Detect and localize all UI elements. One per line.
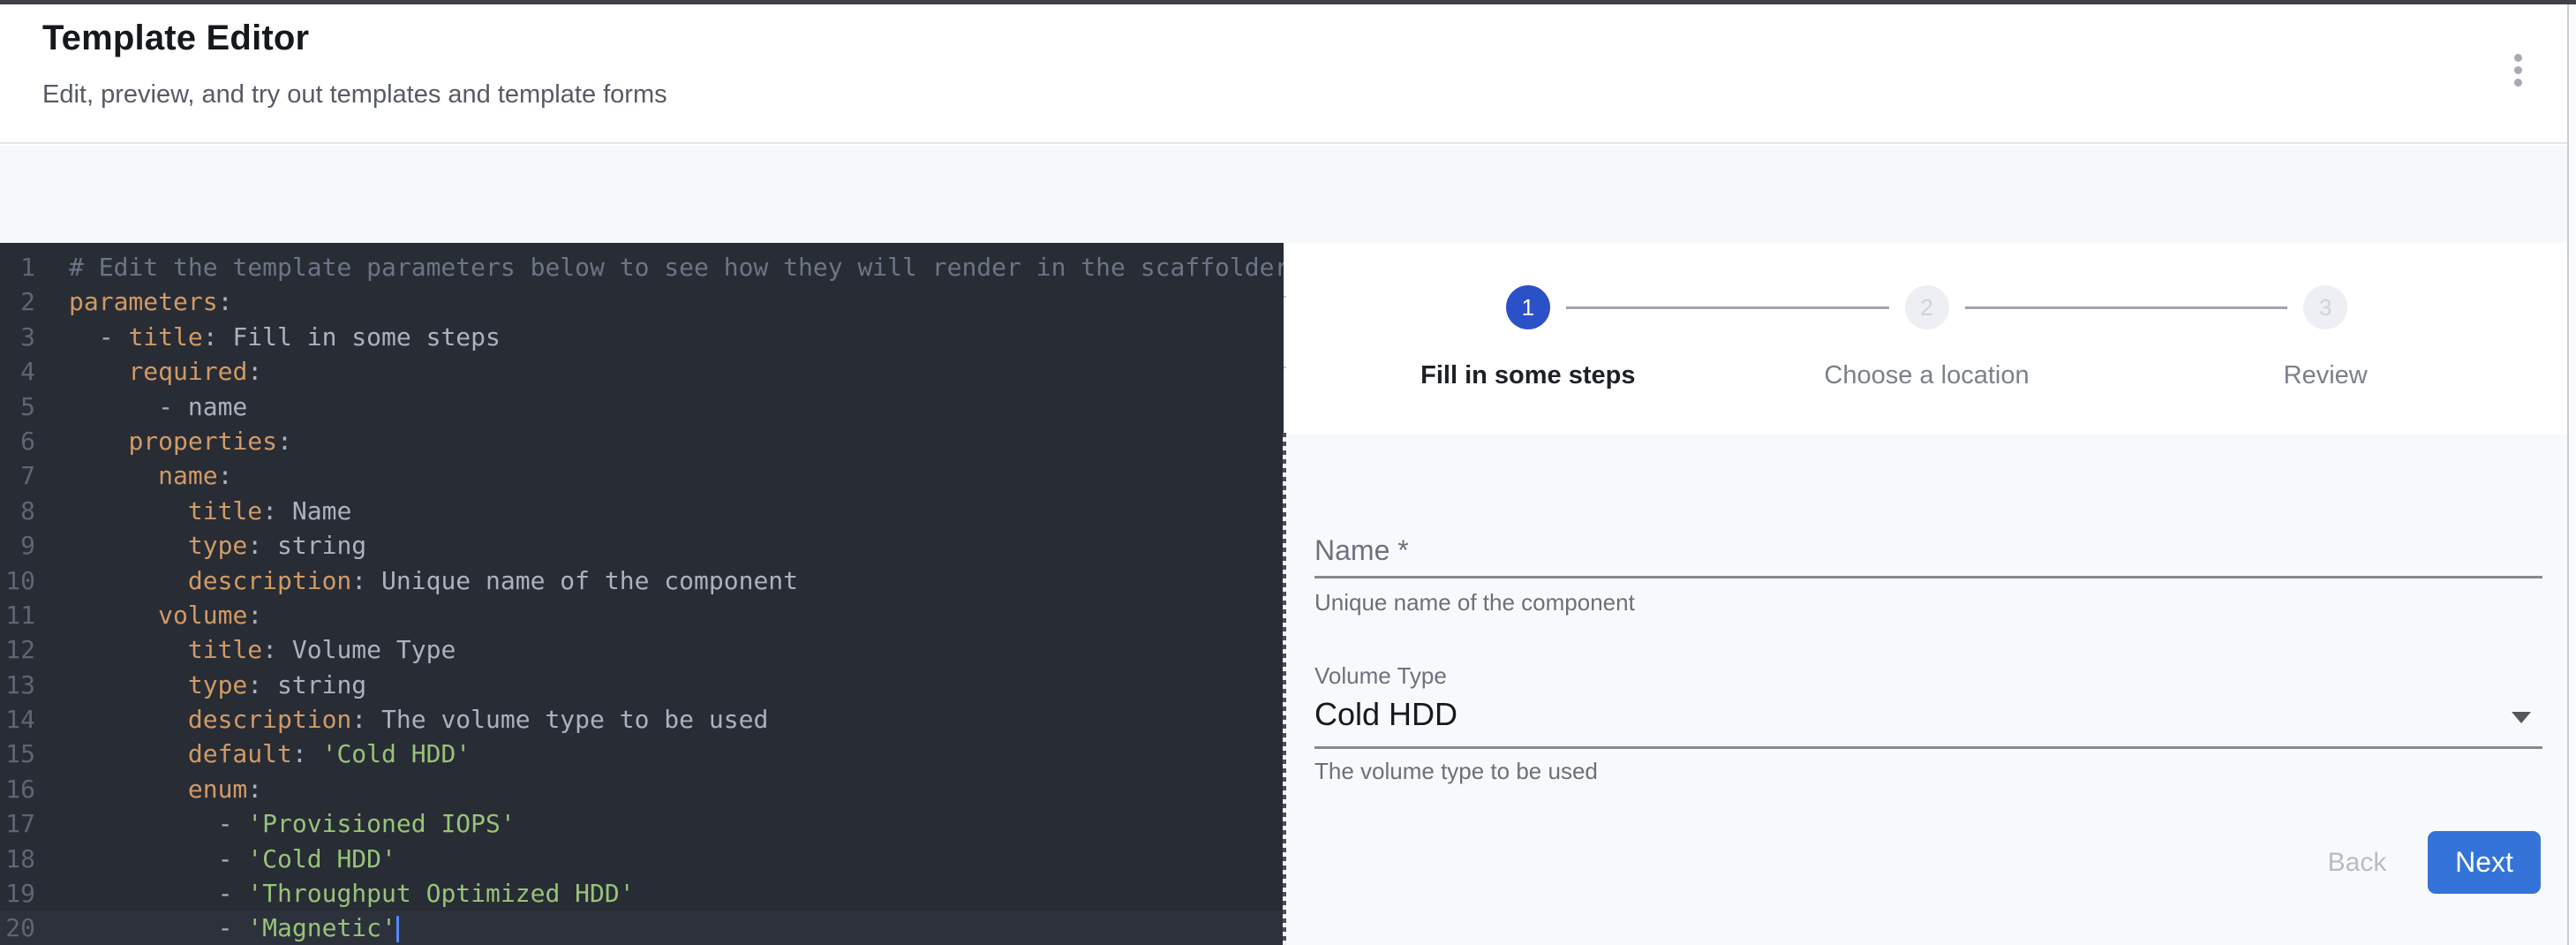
editor-line[interactable]: 3 - title: Fill in some steps <box>0 320 1284 354</box>
back-button[interactable]: Back <box>2304 832 2410 894</box>
chevron-down-icon <box>2512 712 2531 723</box>
line-number: 6 <box>0 424 35 458</box>
name-helper-text: Unique name of the component <box>1314 589 1635 616</box>
line-number: 17 <box>0 806 35 841</box>
line-number: 18 <box>0 842 35 876</box>
volume-type-label: Volume Type <box>1314 662 1447 690</box>
editor-line[interactable]: 19 - 'Throughput Optimized HDD' <box>0 876 1284 911</box>
form-preview: Name * Unique name of the component Volu… <box>1286 435 2567 945</box>
editor-line[interactable]: 2parameters: <box>0 284 1284 319</box>
line-number: 4 <box>0 354 35 389</box>
editor-line[interactable]: 11 volume: <box>0 598 1284 632</box>
step-3-label: Review <box>2126 361 2525 390</box>
kebab-menu-icon[interactable] <box>2502 49 2534 91</box>
editor-line[interactable]: 16 enum: <box>0 772 1284 806</box>
editor-line[interactable]: 7 name: <box>0 458 1284 493</box>
line-number: 15 <box>0 737 35 771</box>
template-preview-panel: 1 Fill in some steps 2 Choose a location… <box>1286 243 2567 945</box>
editor-line[interactable]: 10 description: Unique name of the compo… <box>0 563 1284 598</box>
line-number: 8 <box>0 494 35 528</box>
line-number: 20 <box>0 911 35 945</box>
volume-type-select[interactable]: Cold HDD <box>1314 696 1457 733</box>
name-input-underline <box>1314 576 2542 578</box>
header: Template Editor Edit, preview, and try o… <box>0 4 2576 144</box>
editor-line[interactable]: 20 - 'Magnetic' <box>0 911 1284 945</box>
editor-line[interactable]: 12 title: Volume Type <box>0 632 1284 667</box>
editor-line[interactable]: 14 description: The volume type to be us… <box>0 702 1284 737</box>
stepper-connector <box>1566 306 1889 309</box>
step-1-label: Fill in some steps <box>1329 361 1728 390</box>
editor-line[interactable]: 17 - 'Provisioned IOPS' <box>0 806 1284 841</box>
line-number: 5 <box>0 389 35 424</box>
line-number: 12 <box>0 632 35 667</box>
page-subtitle: Edit, preview, and try out templates and… <box>42 80 667 110</box>
line-number: 10 <box>0 563 35 598</box>
line-number: 19 <box>0 876 35 911</box>
editor-line[interactable]: 8 title: Name <box>0 494 1284 528</box>
line-number: 9 <box>0 528 35 563</box>
scrollbar[interactable] <box>2567 4 2576 945</box>
step-review: 3 Review <box>2126 243 2525 435</box>
code-editor[interactable]: 1# Edit the template parameters below to… <box>0 243 1284 945</box>
line-number: 13 <box>0 668 35 702</box>
line-number: 2 <box>0 284 35 319</box>
page-title: Template Editor <box>42 19 309 58</box>
step-1-circle: 1 <box>1506 285 1550 329</box>
editor-line[interactable]: 4 required: <box>0 354 1284 389</box>
line-number: 1 <box>0 250 35 284</box>
editor-line[interactable]: 6 properties: <box>0 424 1284 458</box>
editor-lines: 1# Edit the template parameters below to… <box>0 250 1284 945</box>
line-number: 3 <box>0 320 35 354</box>
volume-type-helper-text: The volume type to be used <box>1314 758 1598 785</box>
editor-line[interactable]: 9 type: string <box>0 528 1284 563</box>
step-fill-in-some-steps: 1 Fill in some steps <box>1329 243 1728 435</box>
stepper-connector <box>1965 306 2288 309</box>
step-2-circle: 2 <box>1905 285 1949 329</box>
toolbar: Load Existing Template <box>0 146 2576 243</box>
volume-type-underline <box>1314 746 2542 749</box>
editor-line[interactable]: 13 type: string <box>0 668 1284 702</box>
line-number: 14 <box>0 702 35 737</box>
line-number: 7 <box>0 458 35 493</box>
name-input[interactable]: Name * <box>1314 534 1409 567</box>
line-number: 16 <box>0 772 35 806</box>
step-3-circle: 3 <box>2303 285 2347 329</box>
editor-line[interactable]: 1# Edit the template parameters below to… <box>0 250 1284 284</box>
next-button[interactable]: Next <box>2428 831 2541 894</box>
step-choose-a-location: 2 Choose a location <box>1728 243 2127 435</box>
editor-line[interactable]: 18 - 'Cold HDD' <box>0 842 1284 876</box>
editor-line[interactable]: 15 default: 'Cold HDD' <box>0 737 1284 771</box>
line-number: 11 <box>0 598 35 632</box>
text-cursor <box>396 916 399 942</box>
stepper: 1 Fill in some steps 2 Choose a location… <box>1286 243 2567 435</box>
step-2-label: Choose a location <box>1728 361 2127 390</box>
editor-line[interactable]: 5 - name <box>0 389 1284 424</box>
